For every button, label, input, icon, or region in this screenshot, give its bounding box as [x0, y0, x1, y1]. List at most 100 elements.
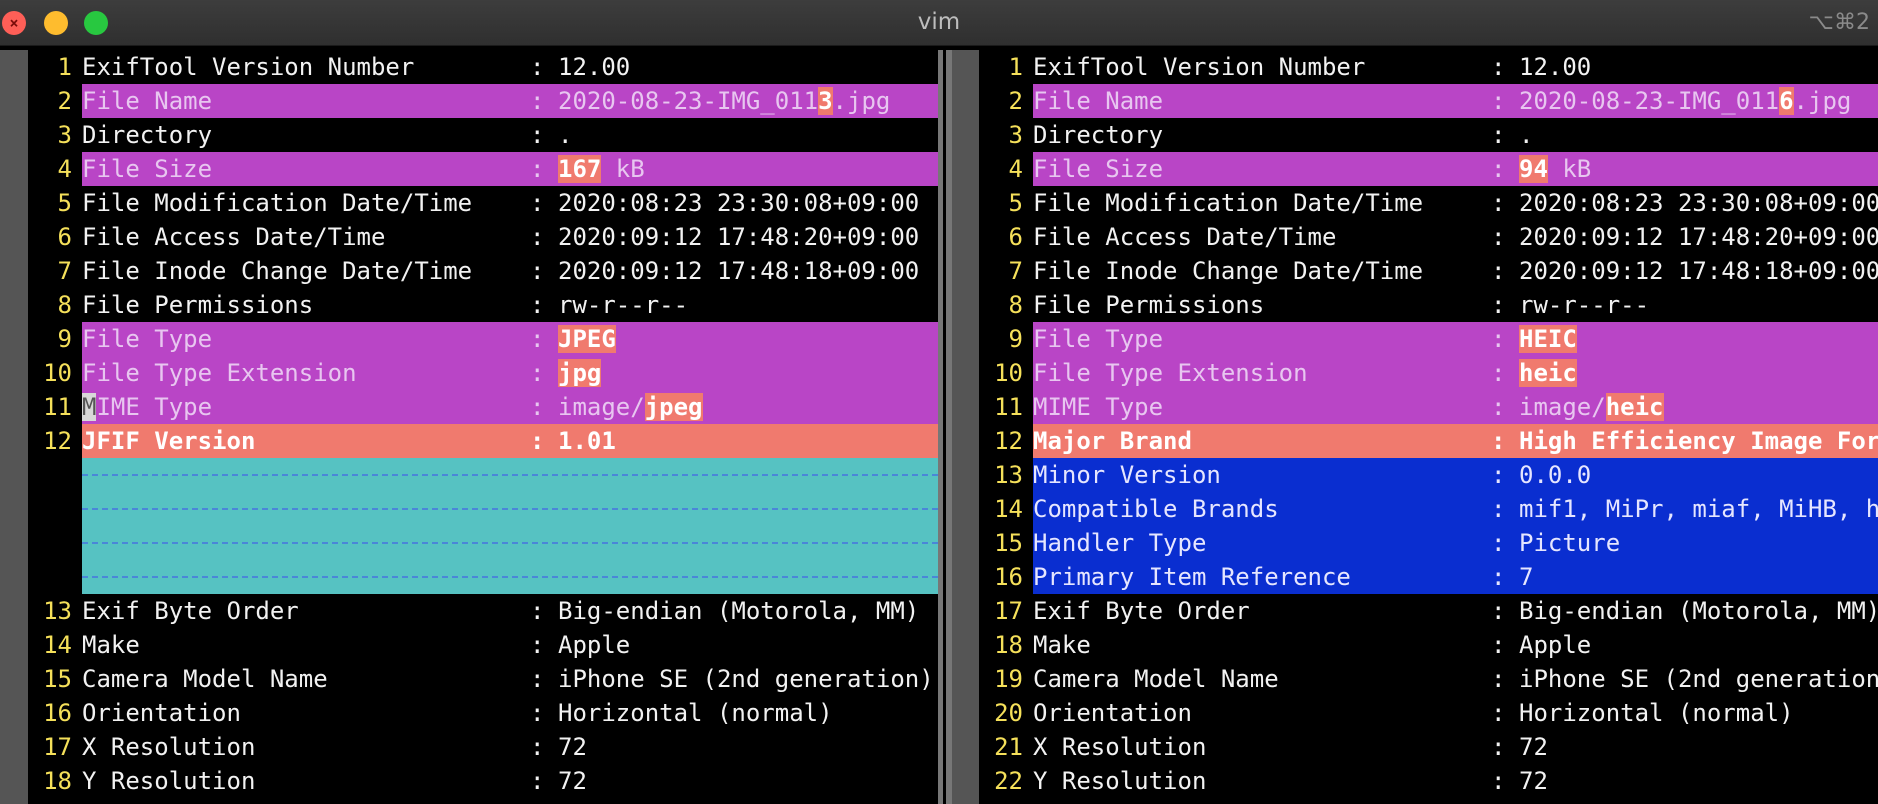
diff-line[interactable]: 13 Exif Byte Order: Big-endian (Motorola, …: [28, 594, 938, 628]
diff-line[interactable]: 16 Orientation: Horizontal (normal): [28, 696, 938, 730]
diff-line[interactable]: 14 Make: Apple: [28, 628, 938, 662]
diff-line[interactable]: 18 Y Resolution:72: [28, 764, 938, 798]
line-content: Orientation: Horizontal (normal): [1033, 696, 1878, 730]
field-separator: :: [530, 359, 545, 387]
diff-line[interactable]: 5 File Modification Date/Time:2020:08:23 …: [979, 186, 1878, 220]
field-value: 72: [1519, 767, 1548, 795]
diff-line[interactable]: 18 Make: Apple: [979, 628, 1878, 662]
diff-line[interactable]: 3 Directory:.: [979, 118, 1878, 152]
field-name: Exif Byte Order: [1033, 597, 1250, 625]
field-value: 12.00: [1519, 53, 1592, 81]
value-text: image/: [558, 393, 645, 421]
diff-line[interactable]: 11 MIME Type: image/heic: [979, 390, 1878, 424]
field-name: Exif Byte Order: [82, 597, 299, 625]
filler-dashes: [82, 576, 938, 578]
line-number: 18: [28, 764, 72, 798]
diff-line[interactable]: 5 File Modification Date/Time:2020:08:23 …: [28, 186, 938, 220]
diff-line[interactable]: 8 File Permissions: rw-r--r--: [28, 288, 938, 322]
field-separator: :: [1491, 665, 1506, 693]
line-content: File Type: HEIC: [1033, 322, 1878, 356]
field-separator: :: [530, 189, 545, 217]
diff-line[interactable]: 8 File Permissions: rw-r--r--: [979, 288, 1878, 322]
field-value: 167 kB: [558, 152, 645, 186]
field-value: heic: [1519, 356, 1577, 390]
filler-dashes: [82, 508, 938, 510]
diff-line[interactable]: 10 File Type Extension: jpg: [28, 356, 938, 390]
diff-line[interactable]: 2 File Name:2020-08-23-IMG_0116.jpg: [979, 84, 1878, 118]
line-content: Directory:.: [82, 118, 938, 152]
diff-lines-right: 1 ExifTool Version Number:12.00 2 File Name…: [979, 50, 1878, 798]
diff-line[interactable]: 7 File Inode Change Date/Time:2020:09:12 …: [28, 254, 938, 288]
field-value: Apple: [558, 631, 631, 659]
diff-line[interactable]: 4 File Size:94 kB: [979, 152, 1878, 186]
line-number: 22: [979, 764, 1023, 798]
diff-line[interactable]: 1 ExifTool Version Number:12.00: [28, 50, 938, 84]
field-name: File Modification Date/Time: [82, 189, 473, 217]
line-number: [28, 458, 72, 492]
diff-line[interactable]: 11 MIME Type: image/jpeg: [28, 390, 938, 424]
diff-line[interactable]: 15 Handler Type: Picture: [979, 526, 1878, 560]
line-number: 10: [28, 356, 72, 390]
diff-line[interactable]: 3 Directory:.: [28, 118, 938, 152]
line-number: 17: [979, 594, 1023, 628]
line-number: 11: [28, 390, 72, 424]
field-separator: :: [1491, 53, 1506, 81]
line-content: File Access Date/Time:2020:09:12 17:48:2…: [82, 220, 938, 254]
diff-line[interactable]: 12 Major Brand: High Efficiency Image Form: [979, 424, 1878, 458]
diff-line[interactable]: 1 ExifTool Version Number:12.00: [979, 50, 1878, 84]
line-number: 17: [28, 730, 72, 764]
diff-line[interactable]: 6 File Access Date/Time:2020:09:12 17:48:…: [979, 220, 1878, 254]
diff-line[interactable]: 20 Orientation: Horizontal (normal): [979, 696, 1878, 730]
diff-line[interactable]: 21 X Resolution:72: [979, 730, 1878, 764]
changed-text: jpg: [558, 359, 602, 387]
line-number: 11: [979, 390, 1023, 424]
diff-line[interactable]: 12 JFIF Version:1.01: [28, 424, 938, 458]
field-value: 72: [558, 733, 587, 761]
diff-line[interactable]: 13 Minor Version:0.0.0: [979, 458, 1878, 492]
field-separator: :: [1491, 767, 1506, 795]
field-name: File Type Extension: [1033, 359, 1308, 387]
diff-line[interactable]: 15 Camera Model Name: iPhone SE (2nd gener…: [28, 662, 938, 696]
fold-column: [952, 50, 979, 804]
field-name: Camera Model Name: [82, 665, 328, 693]
diff-line[interactable]: 4 File Size:167 kB: [28, 152, 938, 186]
line-content: File Modification Date/Time:2020:08:23 2…: [1033, 186, 1878, 220]
diff-line[interactable]: 9 File Type: JPEG: [28, 322, 938, 356]
diff-pane-right[interactable]: 1 ExifTool Version Number:12.00 2 File Name…: [952, 50, 1878, 804]
diff-line[interactable]: [28, 526, 938, 560]
line-content: Camera Model Name: iPhone SE (2nd generat…: [1033, 662, 1878, 696]
line-content: X Resolution:72: [1033, 730, 1878, 764]
diff-line[interactable]: 9 File Type: HEIC: [979, 322, 1878, 356]
line-content: ExifTool Version Number:12.00: [82, 50, 938, 84]
field-name: MIME Type: [1033, 393, 1164, 421]
line-content: Handler Type: Picture: [1033, 526, 1878, 560]
vertical-split-separator[interactable]: [938, 50, 952, 804]
diff-line[interactable]: [28, 458, 938, 492]
field-separator: :: [530, 699, 545, 727]
diff-line[interactable]: 10 File Type Extension: heic: [979, 356, 1878, 390]
diff-line[interactable]: 2 File Name:2020-08-23-IMG_0113.jpg: [28, 84, 938, 118]
field-name: File Type: [82, 325, 213, 353]
filler-dashes: [82, 542, 938, 544]
diff-line[interactable]: 7 File Inode Change Date/Time:2020:09:12 …: [979, 254, 1878, 288]
line-content: File Type Extension: jpg: [82, 356, 938, 390]
field-separator: :: [1491, 495, 1506, 523]
field-value: .: [558, 121, 573, 149]
field-separator: :: [1491, 291, 1506, 319]
line-content: Make: Apple: [82, 628, 938, 662]
diff-line[interactable]: 16 Primary Item Reference:7: [979, 560, 1878, 594]
line-content: File Type Extension: heic: [1033, 356, 1878, 390]
diff-line[interactable]: [28, 492, 938, 526]
diff-line[interactable]: 17 Exif Byte Order: Big-endian (Motorola, …: [979, 594, 1878, 628]
diff-pane-left[interactable]: 1 ExifTool Version Number:12.00 2 File Name…: [0, 50, 938, 804]
line-number: 5: [979, 186, 1023, 220]
diff-line[interactable]: 14 Compatible Brands: mif1, MiPr, miaf, Mi…: [979, 492, 1878, 526]
diff-line[interactable]: 22 Y Resolution:72: [979, 764, 1878, 798]
diff-line[interactable]: [28, 560, 938, 594]
field-name: MIME Type: [82, 390, 212, 424]
diff-line[interactable]: 17 X Resolution:72: [28, 730, 938, 764]
field-value: Big-endian (Motorola, MM): [1519, 597, 1878, 625]
diff-line[interactable]: 19 Camera Model Name: iPhone SE (2nd gener…: [979, 662, 1878, 696]
diff-line[interactable]: 6 File Access Date/Time:2020:09:12 17:48:…: [28, 220, 938, 254]
field-name: File Name: [1033, 87, 1164, 115]
